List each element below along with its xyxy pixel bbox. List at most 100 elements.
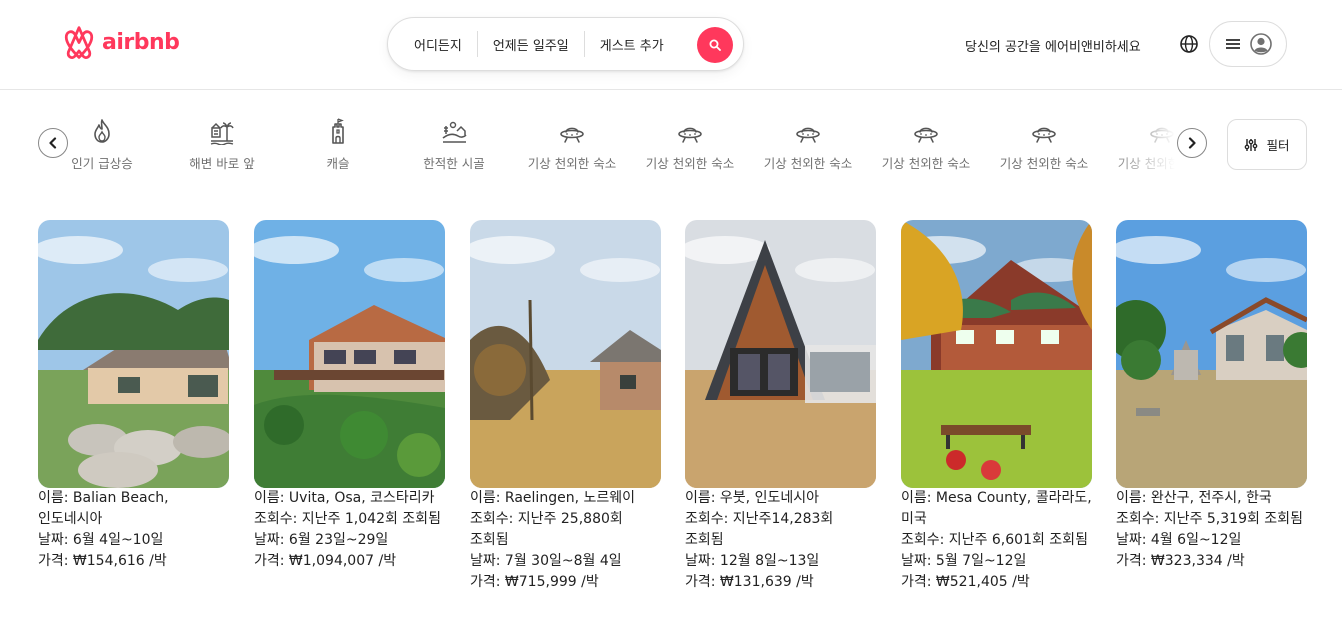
- sliders-icon: [1245, 138, 1258, 151]
- categories-prev-button[interactable]: [38, 128, 68, 158]
- listing-price: 가격: ₩323,334 /박: [1116, 553, 1245, 569]
- listing-info: 이름: 우붓, 인도네시아조회수: 지난주14,283회 조회됨날짜: 12월 …: [685, 488, 876, 593]
- category-7[interactable]: 기상 천외한 숙소: [752, 117, 864, 172]
- listing-photo-scene: [685, 220, 876, 488]
- listing-views: 조회수: 지난주 1,042회 조회됨: [254, 511, 441, 527]
- listing-views: 조회수: 지난주 5,319회 조회됨: [1116, 511, 1303, 527]
- search-bar[interactable]: 어디든지 언제든 일주일 게스트 추가: [387, 17, 744, 71]
- search-button[interactable]: [697, 27, 733, 63]
- listing-name: 이름: Mesa County, 콜라라도, 미국: [901, 490, 1092, 527]
- category-1[interactable]: 인기 급상승: [70, 117, 158, 172]
- countryside-icon: [442, 121, 467, 143]
- category-2[interactable]: 해변 바로 앞: [166, 117, 278, 172]
- listing-info: 이름: Mesa County, 콜라라도, 미국조회수: 지난주 6,601회…: [901, 488, 1092, 593]
- chevron-right-icon: [1188, 137, 1196, 149]
- category-label: 기상 천외한 숙소: [763, 156, 853, 171]
- listing-price: 가격: ₩1,094,007 /박: [254, 553, 397, 569]
- category-4[interactable]: 한적한 시골: [398, 117, 510, 172]
- category-6[interactable]: 기상 천외한 숙소: [634, 117, 746, 172]
- category-5[interactable]: 기상 천외한 숙소: [516, 117, 628, 172]
- globe-icon[interactable]: [1178, 33, 1200, 55]
- category-label: 캐슬: [326, 156, 350, 171]
- ufo-icon: [678, 127, 702, 143]
- search-where[interactable]: 어디든지: [388, 35, 477, 54]
- host-link[interactable]: 당신의 공간을 에어비앤비하세요: [965, 36, 1141, 55]
- category-3[interactable]: 캐슬: [282, 117, 394, 172]
- flame-icon: [94, 119, 110, 143]
- airbnb-logo-icon: [64, 26, 94, 59]
- listing-name: 이름: 우붓, 인도네시아: [685, 490, 819, 506]
- listing-photo[interactable]: [254, 220, 445, 488]
- listing-card[interactable]: 이름: 완산구, 전주시, 한국조회수: 지난주 5,319회 조회됨날짜: 4…: [1116, 220, 1307, 572]
- ufo-icon: [1150, 127, 1174, 143]
- listing-name: 이름: Balian Beach, 인도네시아: [38, 490, 169, 527]
- top-header: airbnb 어디든지 언제든 일주일 게스트 추가 당신의 공간을 에어비앤비…: [0, 0, 1342, 90]
- airbnb-logo[interactable]: airbnb: [62, 24, 180, 61]
- listing-photo-scene: [901, 220, 1092, 488]
- beach-icon: [210, 122, 234, 145]
- search-icon: [709, 39, 721, 51]
- listing-photo[interactable]: [685, 220, 876, 488]
- brand-name: airbnb: [102, 30, 180, 55]
- category-label: 기상 천외한 숙소: [527, 156, 617, 171]
- listing-price: 가격: ₩154,616 /박: [38, 553, 167, 569]
- listing-photo-scene: [38, 220, 229, 488]
- listing-card[interactable]: 이름: Raelingen, 노르웨이조회수: 지난주 25,880회 조회됨날…: [470, 220, 661, 593]
- category-label: 기상 천외한 숙소: [645, 156, 735, 171]
- category-label: 기상 천외한 숙소: [1117, 156, 1188, 171]
- user-avatar-icon: [1249, 33, 1272, 55]
- hamburger-icon: [1225, 39, 1240, 49]
- search-when[interactable]: 언제든 일주일: [478, 35, 584, 54]
- category-label: 해변 바로 앞: [189, 156, 255, 171]
- listing-photo-scene: [1116, 220, 1307, 488]
- filter-label: 필터: [1266, 138, 1290, 153]
- category-8[interactable]: 기상 천외한 숙소: [870, 117, 982, 172]
- listing-dates: 날짜: 6월 4일~10일: [38, 532, 164, 548]
- search-guests[interactable]: 게스트 추가: [585, 35, 679, 54]
- listing-photo[interactable]: [38, 220, 229, 488]
- listing-photo[interactable]: [1116, 220, 1307, 488]
- ufo-icon: [560, 127, 584, 143]
- listing-views: 조회수: 지난주 6,601회 조회됨: [901, 532, 1088, 548]
- listing-card[interactable]: 이름: Balian Beach, 인도네시아날짜: 6월 4일~10일가격: …: [38, 220, 229, 572]
- category-10[interactable]: 기상 천외한 숙소: [1106, 117, 1188, 172]
- ufo-icon: [796, 127, 820, 143]
- listing-name: 이름: Raelingen, 노르웨이: [470, 490, 635, 506]
- listing-photo[interactable]: [470, 220, 661, 488]
- category-label: 인기 급상승: [71, 156, 133, 171]
- listing-card[interactable]: 이름: Uvita, Osa, 코스타리카조회수: 지난주 1,042회 조회됨…: [254, 220, 445, 572]
- category-label: 한적한 시골: [423, 156, 485, 171]
- listing-card[interactable]: 이름: 우붓, 인도네시아조회수: 지난주14,283회 조회됨날짜: 12월 …: [685, 220, 876, 593]
- listing-price: 가격: ₩521,405 /박: [901, 574, 1030, 590]
- castle-icon: [332, 118, 344, 144]
- listing-info: 이름: Raelingen, 노르웨이조회수: 지난주 25,880회 조회됨날…: [470, 488, 661, 593]
- listing-views: 조회수: 지난주 25,880회 조회됨: [470, 511, 623, 548]
- listing-dates: 날짜: 7월 30일~8월 4일: [470, 553, 622, 569]
- category-label: 기상 천외한 숙소: [999, 156, 1089, 171]
- listing-price: 가격: ₩131,639 /박: [685, 574, 814, 590]
- listing-views: 조회수: 지난주14,283회 조회됨: [685, 511, 834, 548]
- ufo-icon: [914, 127, 938, 143]
- listing-name: 이름: Uvita, Osa, 코스타리카: [254, 490, 435, 506]
- listing-photo-scene: [470, 220, 661, 488]
- listing-info: 이름: 완산구, 전주시, 한국조회수: 지난주 5,319회 조회됨날짜: 4…: [1116, 488, 1307, 572]
- filter-button[interactable]: 필터: [1227, 119, 1307, 170]
- listing-info: 이름: Uvita, Osa, 코스타리카조회수: 지난주 1,042회 조회됨…: [254, 488, 445, 572]
- listing-card[interactable]: 이름: Mesa County, 콜라라도, 미국조회수: 지난주 6,601회…: [901, 220, 1092, 593]
- listing-info: 이름: Balian Beach, 인도네시아날짜: 6월 4일~10일가격: …: [38, 488, 229, 572]
- listing-dates: 날짜: 5월 7일~12일: [901, 553, 1027, 569]
- listing-photo[interactable]: [901, 220, 1092, 488]
- category-strip: 인기 급상승 해변 바로 앞 캐슬 한적한 시골 기상 천외한 숙소 기상 천외한 숙소 기…: [70, 110, 1188, 180]
- category-label: 기상 천외한 숙소: [881, 156, 971, 171]
- ufo-icon: [1032, 127, 1056, 143]
- category-9[interactable]: 기상 천외한 숙소: [988, 117, 1100, 172]
- listing-dates: 날짜: 12월 8일~13일: [685, 553, 820, 569]
- chevron-left-icon: [49, 137, 57, 149]
- listing-dates: 날짜: 4월 6일~12일: [1116, 532, 1242, 548]
- listing-name: 이름: 완산구, 전주시, 한국: [1116, 490, 1272, 506]
- user-menu-button[interactable]: [1209, 21, 1287, 67]
- listing-dates: 날짜: 6월 23일~29일: [254, 532, 389, 548]
- categories-next-button[interactable]: [1177, 128, 1207, 158]
- listing-photo-scene: [254, 220, 445, 488]
- listing-price: 가격: ₩715,999 /박: [470, 574, 599, 590]
